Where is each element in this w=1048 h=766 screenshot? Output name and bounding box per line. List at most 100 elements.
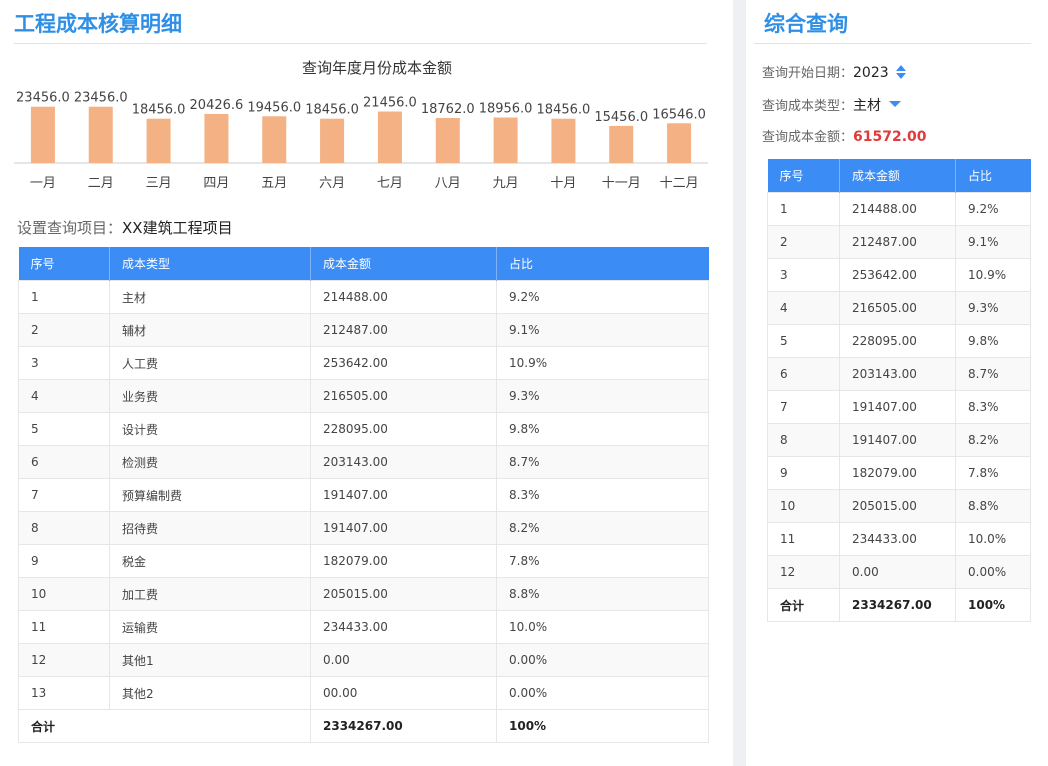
x-tick-label: 十一月: [602, 176, 641, 191]
table-row[interactable]: 9 税金 182079.00 7.8%: [18, 544, 709, 578]
column-header[interactable]: 成本金额: [839, 159, 956, 193]
monthly-cost-bar-chart: 23456.0 一月 23456.0 二月 18456.0 三月 20426.6 四月 1945…: [14, 91, 708, 191]
table-cell: 8.2%: [955, 423, 1031, 457]
table-cell: 10.0%: [955, 522, 1031, 556]
column-header[interactable]: 占比: [496, 247, 709, 281]
bar-value-label: 19456.0: [247, 100, 301, 115]
column-header[interactable]: 序号: [18, 247, 110, 281]
table-row[interactable]: 7 191407.00 8.3%: [767, 390, 1031, 424]
bar[interactable]: [204, 113, 229, 163]
table-cell: 216505.00: [310, 379, 497, 413]
bar[interactable]: [320, 118, 345, 163]
table-cell: 10: [767, 489, 840, 523]
table-cell: 214488.00: [310, 280, 497, 314]
table-cell: 其他1: [109, 643, 311, 677]
x-tick-label: 八月: [435, 176, 461, 191]
cost-detail-table: 序号 成本类型 成本金额 占比 1 主材 214488.00 9.2% 2 辅材 21248…: [18, 247, 709, 743]
table-cell: 7: [18, 478, 110, 512]
table-cell: 228095.00: [839, 324, 956, 358]
bar[interactable]: [493, 117, 518, 163]
table-cell: 253642.00: [839, 258, 956, 292]
table-row[interactable]: 6 203143.00 8.7%: [767, 357, 1031, 391]
panel-title: 工程成本核算明细: [14, 12, 182, 36]
bar-value-label: 18956.0: [479, 102, 533, 117]
table-row[interactable]: 10 加工费 205015.00 8.8%: [18, 577, 709, 611]
total-row: 合计 2334267.00 100%: [767, 588, 1031, 622]
table-cell: 辅材: [109, 313, 311, 347]
table-row[interactable]: 3 253642.00 10.9%: [767, 258, 1031, 292]
table-cell: 9.3%: [496, 379, 709, 413]
table-row[interactable]: 5 228095.00 9.8%: [767, 324, 1031, 358]
cost-detail-panel: 工程成本核算明细 查询年度月份成本金额 23456.0 一月 23456.0 二月 18…: [0, 0, 733, 766]
table-row[interactable]: 2 辅材 212487.00 9.1%: [18, 313, 709, 347]
table-row[interactable]: 13 其他2 00.00 0.00%: [18, 676, 709, 710]
table-row[interactable]: 6 检测费 203143.00 8.7%: [18, 445, 709, 479]
column-header[interactable]: 成本类型: [109, 247, 311, 281]
sort-stepper-icon[interactable]: [895, 64, 907, 80]
bar[interactable]: [30, 106, 55, 163]
table-row[interactable]: 9 182079.00 7.8%: [767, 456, 1031, 490]
cost-type-row: 查询成本类型：主材: [762, 95, 902, 115]
project-selector[interactable]: 设置查询项目：XX建筑工程项目: [17, 217, 233, 238]
bar[interactable]: [262, 116, 287, 163]
table-cell: 8.8%: [955, 489, 1031, 523]
table-row[interactable]: 11 运输费 234433.00 10.0%: [18, 610, 709, 644]
table-row[interactable]: 1 214488.00 9.2%: [767, 192, 1031, 226]
table-cell: 9: [767, 456, 840, 490]
table-cell: 9.3%: [955, 291, 1031, 325]
bar[interactable]: [88, 106, 113, 163]
total-label: 合计: [767, 588, 840, 622]
table-cell: 9.1%: [955, 225, 1031, 259]
bar[interactable]: [609, 125, 634, 163]
table-cell: 8.3%: [955, 390, 1031, 424]
table-row[interactable]: 12 其他1 0.00 0.00%: [18, 643, 709, 677]
table-cell: 8.7%: [496, 445, 709, 479]
table-row[interactable]: 5 设计费 228095.00 9.8%: [18, 412, 709, 446]
table-row[interactable]: 8 191407.00 8.2%: [767, 423, 1031, 457]
table-row[interactable]: 4 业务费 216505.00 9.3%: [18, 379, 709, 413]
table-row[interactable]: 1 主材 214488.00 9.2%: [18, 280, 709, 314]
column-header[interactable]: 成本金额: [310, 247, 497, 281]
bar[interactable]: [377, 111, 402, 163]
table-row[interactable]: 2 212487.00 9.1%: [767, 225, 1031, 259]
table-cell: 7: [767, 390, 840, 424]
table-cell: 招待费: [109, 511, 311, 545]
table-row[interactable]: 8 招待费 191407.00 8.2%: [18, 511, 709, 545]
table-cell: 203143.00: [310, 445, 497, 479]
table-row[interactable]: 3 人工费 253642.00 10.9%: [18, 346, 709, 380]
cost-type-label: 查询成本类型：: [762, 99, 854, 114]
bar[interactable]: [146, 118, 171, 163]
table-cell: 6: [18, 445, 110, 479]
bar-value-label: 15456.0: [594, 110, 648, 125]
table-cell: 其他2: [109, 676, 311, 710]
cost-type-select[interactable]: 主材: [853, 98, 881, 114]
title-divider: [14, 43, 707, 44]
project-value[interactable]: XX建筑工程项目: [122, 219, 233, 237]
x-tick-label: 九月: [493, 176, 519, 191]
project-label: 设置查询项目：: [17, 219, 123, 237]
table-cell: 10: [18, 577, 110, 611]
caret-down-icon[interactable]: [888, 99, 902, 109]
start-date-value[interactable]: 2023: [853, 65, 889, 81]
x-tick-label: 五月: [261, 176, 287, 191]
table-header-row: 序号 成本类型 成本金额 占比: [18, 247, 709, 281]
table-row[interactable]: 10 205015.00 8.8%: [767, 489, 1031, 523]
bar-value-label: 18456.0: [305, 103, 359, 118]
column-header[interactable]: 占比: [955, 159, 1031, 193]
column-header[interactable]: 序号: [767, 159, 840, 193]
bar-value-label: 20426.6: [190, 98, 244, 113]
bar[interactable]: [435, 117, 460, 163]
table-row[interactable]: 11 234433.00 10.0%: [767, 522, 1031, 556]
table-row[interactable]: 12 0.00 0.00%: [767, 555, 1031, 589]
table-cell: 9.8%: [955, 324, 1031, 358]
table-cell: 8.3%: [496, 478, 709, 512]
table-cell: 216505.00: [839, 291, 956, 325]
table-row[interactable]: 4 216505.00 9.3%: [767, 291, 1031, 325]
bar-value-label: 18456.0: [537, 103, 591, 118]
table-row[interactable]: 7 预算编制费 191407.00 8.3%: [18, 478, 709, 512]
table-cell: 8: [767, 423, 840, 457]
table-cell: 12: [18, 643, 110, 677]
bar[interactable]: [667, 123, 692, 163]
bar-value-label: 18762.0: [421, 102, 475, 117]
bar[interactable]: [551, 118, 576, 163]
